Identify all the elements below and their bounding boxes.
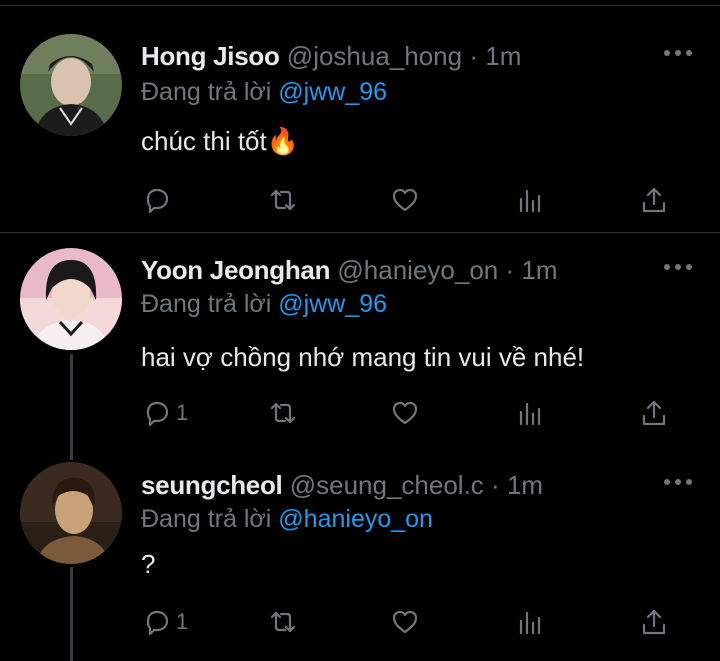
like-button[interactable] [390,396,420,430]
views-button[interactable] [516,183,546,217]
avatar[interactable] [20,462,122,564]
retweet-button[interactable] [268,183,298,217]
tweet[interactable]: Yoon Jeonghan @hanieyo_on · 1m Đang trả … [0,232,720,447]
replying-to: Đang trả lời @jww_96 [141,288,387,320]
share-icon [642,400,666,426]
more-icon[interactable] [664,477,692,487]
replying-to: Đang trả lời @hanieyo_on [141,503,433,535]
reply-count: 1 [176,609,189,634]
tweet-header: Hong Jisoo @joshua_hong · 1m [141,40,521,72]
tweet-text: ? [141,547,155,581]
separator: · [491,470,500,500]
tweet[interactable]: Hong Jisoo @joshua_hong · 1m Đang trả lờ… [0,0,720,232]
user-handle[interactable]: @hanieyo_on [337,255,498,285]
replying-to-label: Đang trả lời [141,290,272,318]
avatar[interactable] [20,248,122,350]
reply-button[interactable] [142,183,176,217]
tweet[interactable]: seungcheol @seung_cheol.c · 1m Đang trả … [0,447,720,661]
timestamp[interactable]: 1m [485,41,521,71]
mention-link[interactable]: @hanieyo_on [278,505,433,533]
share-button[interactable] [639,183,669,217]
share-icon [642,609,666,635]
separator: · [505,255,515,285]
reply-icon [146,610,169,636]
views-button[interactable] [516,605,546,639]
like-icon [392,401,418,425]
tweet-text-content: ? [141,549,156,579]
user-handle[interactable]: @seung_cheol.c [290,470,484,500]
like-button[interactable] [390,605,420,639]
display-name[interactable]: seungcheol [141,470,283,500]
reply-icon [146,401,169,427]
tweet-text-content: hai vợ chồng nhớ mang tin vui về nhé! [141,342,585,372]
action-bar: 1 [0,605,720,639]
tweet-header: Yoon Jeonghan @hanieyo_on · 1m [141,254,558,286]
tweet-text: chúc thi tốt🔥 [141,124,299,158]
replying-to-label: Đang trả lời [141,505,272,533]
views-icon [519,611,541,635]
share-button[interactable] [639,396,669,430]
replying-to-label: Đang trả lời [141,78,272,106]
retweet-button[interactable] [268,396,298,430]
retweet-icon [270,402,296,424]
action-bar [0,183,720,217]
like-icon [392,610,418,634]
display-name[interactable]: Yoon Jeonghan [141,255,330,285]
user-handle[interactable]: @joshua_hong [287,41,462,71]
views-button[interactable] [516,396,546,430]
separator: · [469,41,479,71]
reply-button[interactable]: 1 [142,396,188,430]
action-bar: 1 [0,396,720,430]
more-icon[interactable] [664,48,692,58]
tweet-text-content: chúc thi tốt [141,126,267,156]
tweet-text: hai vợ chồng nhớ mang tin vui về nhé! [141,340,584,374]
timestamp[interactable]: 1m [521,255,557,285]
replying-to: Đang trả lời @jww_96 [141,76,387,108]
views-icon [519,189,541,213]
mention-link[interactable]: @jww_96 [278,78,387,106]
like-icon [392,188,418,212]
retweet-button[interactable] [268,605,298,639]
retweet-icon [270,189,296,211]
timestamp[interactable]: 1m [507,470,543,500]
fire-emoji: 🔥 [266,126,300,156]
share-icon [642,187,666,213]
mention-link[interactable]: @jww_96 [278,290,387,318]
display-name[interactable]: Hong Jisoo [141,41,280,71]
reply-icon [146,188,169,214]
reply-button[interactable]: 1 [142,605,188,639]
reply-count: 1 [176,400,189,425]
views-icon [519,402,541,426]
tweet-header: seungcheol @seung_cheol.c · 1m [141,469,543,501]
like-button[interactable] [390,183,420,217]
retweet-icon [270,611,296,633]
share-button[interactable] [639,605,669,639]
avatar[interactable] [20,34,122,136]
more-icon[interactable] [664,262,692,272]
